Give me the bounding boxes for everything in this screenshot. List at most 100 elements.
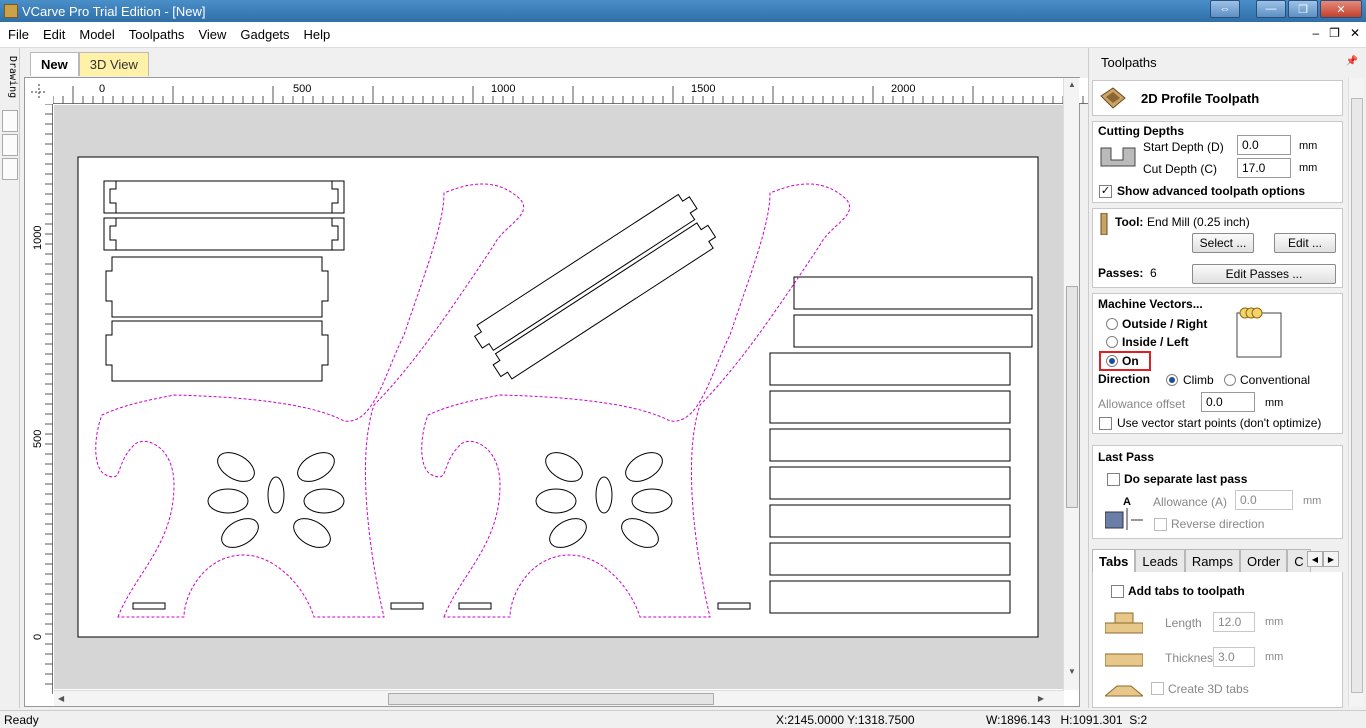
select-tool-button[interactable]: Select ... — [1192, 233, 1254, 253]
allowance-offset-label: Allowance offset — [1098, 397, 1186, 411]
machine-vectors-heading: Machine Vectors... — [1098, 297, 1203, 311]
vector-start-checkbox[interactable] — [1099, 417, 1112, 430]
mdi-minimize-button[interactable]: – — [1312, 26, 1319, 40]
tabs-content-section: Add tabs to toolpath Length 12.0 mm Thic… — [1092, 572, 1343, 708]
last-pass-allowance-input[interactable]: 0.0 — [1235, 490, 1293, 510]
menu-model[interactable]: Model — [73, 27, 120, 42]
on-radio[interactable] — [1106, 355, 1118, 367]
close-button[interactable]: ✕ — [1320, 0, 1362, 18]
vector-start-label: Use vector start points (don't optimize) — [1117, 416, 1322, 430]
machine-vectors-section: Machine Vectors... Outside / Right Insid… — [1092, 293, 1343, 434]
hruler-label-1000: 1000 — [491, 83, 515, 95]
drawing-side-tab-strip: Drawing — [0, 48, 20, 708]
tab-length-label: Length — [1165, 616, 1202, 630]
horizontal-scroll-thumb[interactable] — [388, 693, 714, 705]
separate-last-pass-label: Do separate last pass — [1124, 472, 1248, 486]
vertical-scrollbar[interactable]: ▲ ▼ — [1063, 78, 1079, 690]
window-title: VCarve Pro Trial Edition - [New] — [22, 3, 206, 19]
cut-depth-unit: mm — [1299, 162, 1318, 174]
vertical-scroll-thumb[interactable] — [1066, 286, 1078, 508]
mdi-close-button[interactable]: ✕ — [1350, 26, 1360, 40]
tab-thickness-label: Thickness — [1165, 651, 1220, 665]
toolpath-header-title: 2D Profile Toolpath — [1141, 91, 1260, 106]
tab-thickness-input[interactable]: 3.0 — [1213, 647, 1255, 667]
tab-length-input[interactable]: 12.0 — [1213, 612, 1255, 632]
edit-passes-button[interactable]: Edit Passes ... — [1192, 264, 1336, 284]
status-bar: Ready X:2145.0000 Y:1318.7500 W:1896.143… — [0, 710, 1366, 728]
mdi-restore-button[interactable]: ❐ — [1329, 26, 1340, 40]
tab-thickness-unit: mm — [1265, 651, 1284, 663]
passes-value: 6 — [1150, 266, 1157, 280]
tab-ramps[interactable]: Ramps — [1184, 549, 1240, 573]
menu-view[interactable]: View — [192, 27, 232, 42]
tab-order[interactable]: Order — [1240, 549, 1288, 573]
depth-diagram-icon — [1100, 147, 1136, 167]
menu-gadgets[interactable]: Gadgets — [234, 27, 295, 42]
maximize-button[interactable]: ❐ — [1288, 0, 1318, 18]
climb-label: Climb — [1183, 373, 1214, 387]
show-advanced-checkbox[interactable]: ✓ — [1099, 185, 1112, 198]
end-mill-icon — [1100, 213, 1108, 235]
inside-left-radio[interactable] — [1106, 336, 1118, 348]
climb-radio[interactable] — [1166, 374, 1178, 386]
vertical-ruler: 1000 500 0 — [25, 103, 53, 694]
app-icon — [4, 4, 18, 18]
side-button-1[interactable] — [2, 110, 18, 132]
scroll-right-icon[interactable]: ▶ — [1038, 694, 1044, 703]
vruler-label-0: 0 — [32, 634, 44, 640]
toolpath-options-tabs: Tabs Leads Ramps Order C — [1092, 549, 1311, 573]
outside-right-label: Outside / Right — [1122, 317, 1208, 331]
last-pass-allowance-label: Allowance (A) — [1153, 495, 1228, 509]
passes-label: Passes: — [1098, 266, 1144, 280]
ruler-corner[interactable] — [25, 78, 53, 104]
direction-label: Direction — [1098, 372, 1151, 386]
tab-new[interactable]: New — [30, 52, 79, 76]
side-button-2[interactable] — [2, 134, 18, 156]
last-pass-diagram-icon — [1105, 508, 1143, 530]
drawing-view: 0 500 1000 1500 2000 1000 500 0 ▲ ▼ ◀ ▶ — [24, 77, 1099, 707]
start-depth-input[interactable]: 0.0 — [1237, 135, 1291, 155]
menu-file[interactable]: File — [2, 27, 35, 42]
hruler-label-1500: 1500 — [691, 83, 715, 95]
scroll-up-icon[interactable]: ▲ — [1068, 80, 1076, 89]
side-button-3[interactable] — [2, 158, 18, 180]
tab-tabs[interactable]: Tabs — [1092, 549, 1136, 573]
panel-vertical-scrollbar[interactable] — [1348, 78, 1364, 706]
edit-tool-button[interactable]: Edit ... — [1274, 233, 1336, 253]
profile-toolpath-icon — [1100, 87, 1126, 109]
tabs-scroll-arrows: ◀ ▶ — [1307, 551, 1339, 567]
tab-leads[interactable]: Leads — [1135, 549, 1185, 573]
outside-right-radio[interactable] — [1106, 318, 1118, 330]
scroll-left-icon[interactable]: ◀ — [58, 694, 64, 703]
conventional-radio[interactable] — [1224, 374, 1236, 386]
cut-depth-input[interactable]: 17.0 — [1237, 158, 1291, 178]
drawing-side-tab[interactable]: Drawing — [2, 56, 18, 106]
allowance-offset-input[interactable]: 0.0 — [1201, 392, 1255, 412]
separate-last-pass-checkbox[interactable] — [1107, 473, 1120, 486]
menu-edit[interactable]: Edit — [37, 27, 71, 42]
tab-length-icon — [1105, 612, 1143, 634]
menu-toolpaths[interactable]: Toolpaths — [123, 27, 191, 42]
vruler-label-500: 500 — [32, 430, 44, 448]
design-drawing[interactable] — [54, 105, 1068, 689]
swap-icon-button[interactable]: ⇔ — [1210, 0, 1240, 18]
horizontal-scrollbar[interactable]: ◀ ▶ — [54, 690, 1064, 706]
pin-icon[interactable]: 📌 — [1346, 56, 1358, 67]
tabs-left-arrow-icon[interactable]: ◀ — [1307, 551, 1323, 567]
add-tabs-checkbox[interactable] — [1111, 585, 1124, 598]
scroll-down-icon[interactable]: ▼ — [1068, 667, 1076, 676]
tab-3d-view[interactable]: 3D View — [78, 52, 149, 76]
drawing-canvas[interactable] — [54, 105, 1068, 689]
panel-scroll-thumb[interactable] — [1351, 98, 1363, 693]
vertical-ruler-ticks: 1000 500 0 — [32, 103, 53, 685]
start-depth-unit: mm — [1299, 140, 1318, 152]
cutting-depths-heading: Cutting Depths — [1098, 124, 1184, 138]
start-depth-label: Start Depth (D) — [1143, 140, 1224, 154]
reverse-direction-checkbox[interactable] — [1154, 518, 1167, 531]
menu-bar: File Edit Model Toolpaths View Gadgets H… — [0, 22, 1366, 48]
minimize-button[interactable]: — — [1256, 0, 1286, 18]
tabs-right-arrow-icon[interactable]: ▶ — [1323, 551, 1339, 567]
menu-help[interactable]: Help — [298, 27, 337, 42]
create-3d-tabs-checkbox[interactable] — [1151, 682, 1164, 695]
on-label: On — [1122, 354, 1139, 368]
